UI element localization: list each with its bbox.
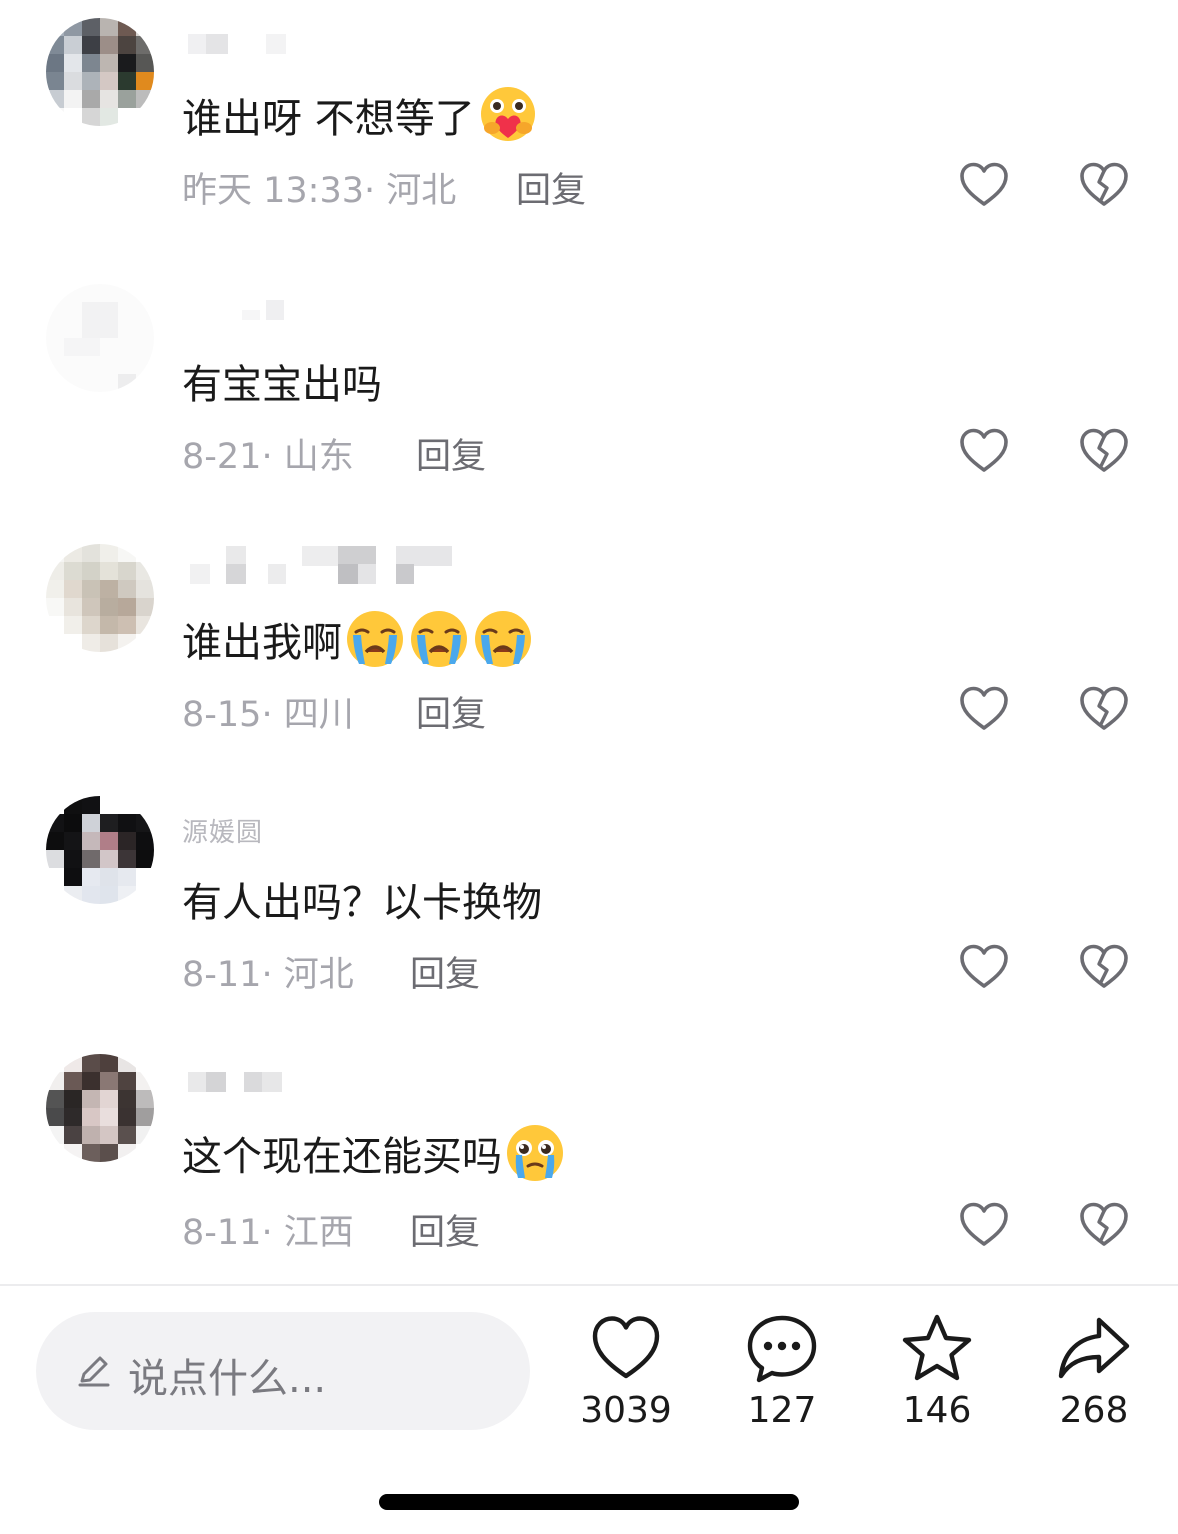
share-action-button[interactable]: 268	[1039, 1312, 1149, 1432]
username-blurred[interactable]	[182, 300, 292, 340]
comment-text-content: 谁出呀 不想等了	[182, 96, 475, 142]
like-button[interactable]	[958, 160, 1010, 212]
comment-time: 昨天 13:33	[182, 171, 364, 211]
comment-meta: 昨天 13:33· 河北	[182, 162, 456, 213]
comment-time: 8-11	[182, 1213, 262, 1253]
comment-item: 谁出呀 不想等了 昨天 13:33· 河北 回复	[0, 0, 1178, 250]
username-blurred[interactable]	[182, 34, 292, 74]
hug-heart-emoji	[477, 84, 539, 146]
separator: ·	[261, 695, 284, 735]
footer-divider	[0, 1284, 1178, 1286]
broken-heart-icon	[1078, 1200, 1130, 1252]
like-button[interactable]	[958, 942, 1010, 994]
comment-text-content: 有人出吗？以卡换物	[182, 880, 542, 926]
comment-text: 有人出吗？以卡换物	[182, 870, 542, 928]
crying-face-emoji	[408, 608, 470, 670]
comment-item: 源媛圆 有人出吗？以卡换物 8-11· 河北 回复	[0, 782, 1178, 1032]
reply-button[interactable]: 回复	[516, 162, 586, 213]
like-button[interactable]	[958, 684, 1010, 736]
pencil-icon	[78, 1356, 110, 1387]
separator: ·	[261, 1213, 284, 1253]
comment-meta: 8-21· 山东	[182, 428, 354, 479]
crying-face-emoji	[472, 608, 534, 670]
reply-button[interactable]: 回复	[410, 946, 480, 997]
comment-time: 8-21	[182, 437, 262, 477]
comment-text: 谁出我啊	[182, 608, 534, 670]
dislike-button[interactable]	[1078, 160, 1130, 212]
teary-face-emoji	[504, 1122, 566, 1184]
comment-time: 8-15	[182, 695, 262, 735]
username-blurred[interactable]	[182, 546, 462, 586]
favorite-count: 146	[902, 1390, 972, 1431]
avatar[interactable]	[46, 1054, 154, 1162]
comment-meta: 8-15· 四川	[182, 686, 354, 737]
broken-heart-icon	[1078, 426, 1130, 478]
comment-text-content: 谁出我啊	[182, 620, 342, 666]
username[interactable]: 源媛圆	[182, 812, 263, 849]
comment-meta: 8-11· 河北	[182, 946, 354, 997]
comment-text-content: 有宝宝出吗	[182, 362, 382, 408]
heart-outline-icon	[592, 1316, 660, 1379]
comment-text: 这个现在还能买吗	[182, 1122, 566, 1184]
comment-item: 谁出我啊 8-15· 四川 回复	[0, 526, 1178, 776]
comment-text-content: 这个现在还能买吗	[182, 1134, 502, 1180]
dislike-button[interactable]	[1078, 684, 1130, 736]
comment-location: 江西	[283, 1213, 354, 1253]
separator: ·	[261, 437, 284, 477]
separator: ·	[261, 955, 284, 995]
like-button[interactable]	[958, 1200, 1010, 1252]
crying-face-emoji	[344, 608, 406, 670]
heart-outline-icon	[958, 426, 1010, 478]
broken-heart-icon	[1078, 160, 1130, 212]
like-count: 3039	[580, 1390, 672, 1431]
broken-heart-icon	[1078, 942, 1130, 994]
comment-location: 河北	[283, 955, 354, 995]
avatar[interactable]	[46, 544, 154, 652]
star-outline-icon	[902, 1314, 972, 1381]
share-arrow-icon	[1058, 1317, 1130, 1379]
dislike-button[interactable]	[1078, 942, 1130, 994]
speech-bubble-icon	[747, 1315, 817, 1383]
favorite-action-button[interactable]: 146	[882, 1312, 992, 1432]
avatar[interactable]	[46, 18, 154, 126]
comment-action-button[interactable]: 127	[727, 1312, 837, 1432]
heart-outline-icon	[958, 684, 1010, 736]
comment-meta: 8-11· 江西	[182, 1204, 354, 1255]
dislike-button[interactable]	[1078, 426, 1130, 478]
reply-button[interactable]: 回复	[410, 1204, 480, 1255]
dislike-button[interactable]	[1078, 1200, 1130, 1252]
reply-button[interactable]: 回复	[416, 428, 486, 479]
broken-heart-icon	[1078, 684, 1130, 736]
comment-text: 谁出呀 不想等了	[182, 84, 539, 146]
heart-outline-icon	[958, 942, 1010, 994]
like-action-button[interactable]: 3039	[571, 1312, 681, 1432]
comment-input[interactable]: 说点什么...	[36, 1312, 530, 1430]
comment-location: 四川	[283, 695, 354, 735]
comment-location: 山东	[283, 437, 354, 477]
comment-item: 这个现在还能买吗 8-11· 江西 回复	[0, 1040, 1178, 1290]
comment-count: 127	[747, 1390, 817, 1431]
share-count: 268	[1059, 1390, 1129, 1431]
comment-text: 有宝宝出吗	[182, 352, 382, 410]
reply-button[interactable]: 回复	[416, 686, 486, 737]
like-button[interactable]	[958, 426, 1010, 478]
comment-time: 8-11	[182, 955, 262, 995]
avatar[interactable]	[46, 796, 154, 904]
input-placeholder: 说点什么...	[128, 1356, 327, 1402]
heart-outline-icon	[958, 160, 1010, 212]
comment-location: 河北	[386, 171, 457, 211]
home-indicator[interactable]	[379, 1494, 799, 1510]
avatar[interactable]	[46, 284, 154, 392]
separator: ·	[364, 171, 387, 211]
username-blurred[interactable]	[182, 1072, 292, 1112]
heart-outline-icon	[958, 1200, 1010, 1252]
comment-item: 有宝宝出吗 8-21· 山东 回复	[0, 266, 1178, 516]
